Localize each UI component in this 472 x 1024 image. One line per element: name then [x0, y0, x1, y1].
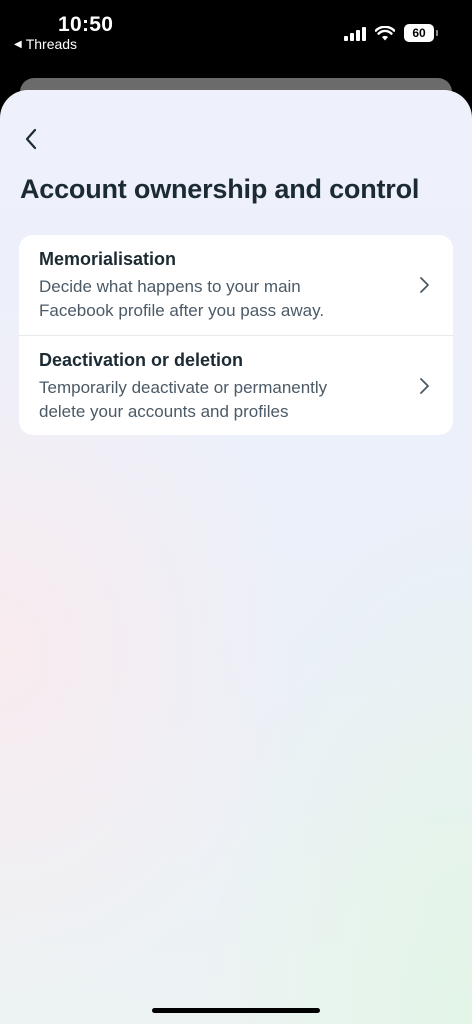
home-indicator[interactable] [152, 1008, 320, 1013]
chevron-right-icon [420, 277, 429, 293]
back-button[interactable] [16, 124, 46, 154]
deactivation-deletion-option[interactable]: Deactivation or deletion Temporarily dea… [19, 335, 453, 435]
option-description: Temporarily deactivate or permanently de… [39, 376, 397, 424]
option-title: Memorialisation [39, 249, 177, 269]
option-description-line: delete your accounts and profiles [39, 402, 289, 421]
settings-sheet: Account ownership and control Memorialis… [0, 90, 472, 1024]
back-app-label: Threads [25, 36, 78, 52]
option-description: Decide what happens to your main Faceboo… [39, 275, 397, 323]
option-title: Deactivation or deletion [39, 350, 244, 370]
options-card: Memorialisation Decide what happens to y… [19, 235, 453, 435]
option-description-line: Temporarily deactivate or permanently [39, 378, 328, 397]
chevron-right-icon [420, 378, 429, 394]
status-bar: 10:50 ◀ Threads 60 [0, 0, 472, 78]
option-description-line: Decide what happens to your main [39, 277, 301, 296]
option-description-line: Facebook profile after you pass away. [39, 301, 325, 320]
cellular-signal-icon [344, 25, 366, 41]
status-icons: 60 [344, 24, 438, 42]
status-time: 10:50 [58, 13, 114, 36]
chevron-left-icon [25, 128, 37, 150]
battery-icon: 60 [404, 24, 438, 42]
wifi-icon [375, 25, 395, 40]
battery-level: 60 [412, 26, 426, 40]
memorialisation-option[interactable]: Memorialisation Decide what happens to y… [19, 235, 453, 335]
back-triangle-icon: ◀ [14, 38, 22, 50]
page-title: Account ownership and control [20, 174, 420, 204]
back-to-app-button[interactable]: ◀ Threads [14, 36, 77, 52]
